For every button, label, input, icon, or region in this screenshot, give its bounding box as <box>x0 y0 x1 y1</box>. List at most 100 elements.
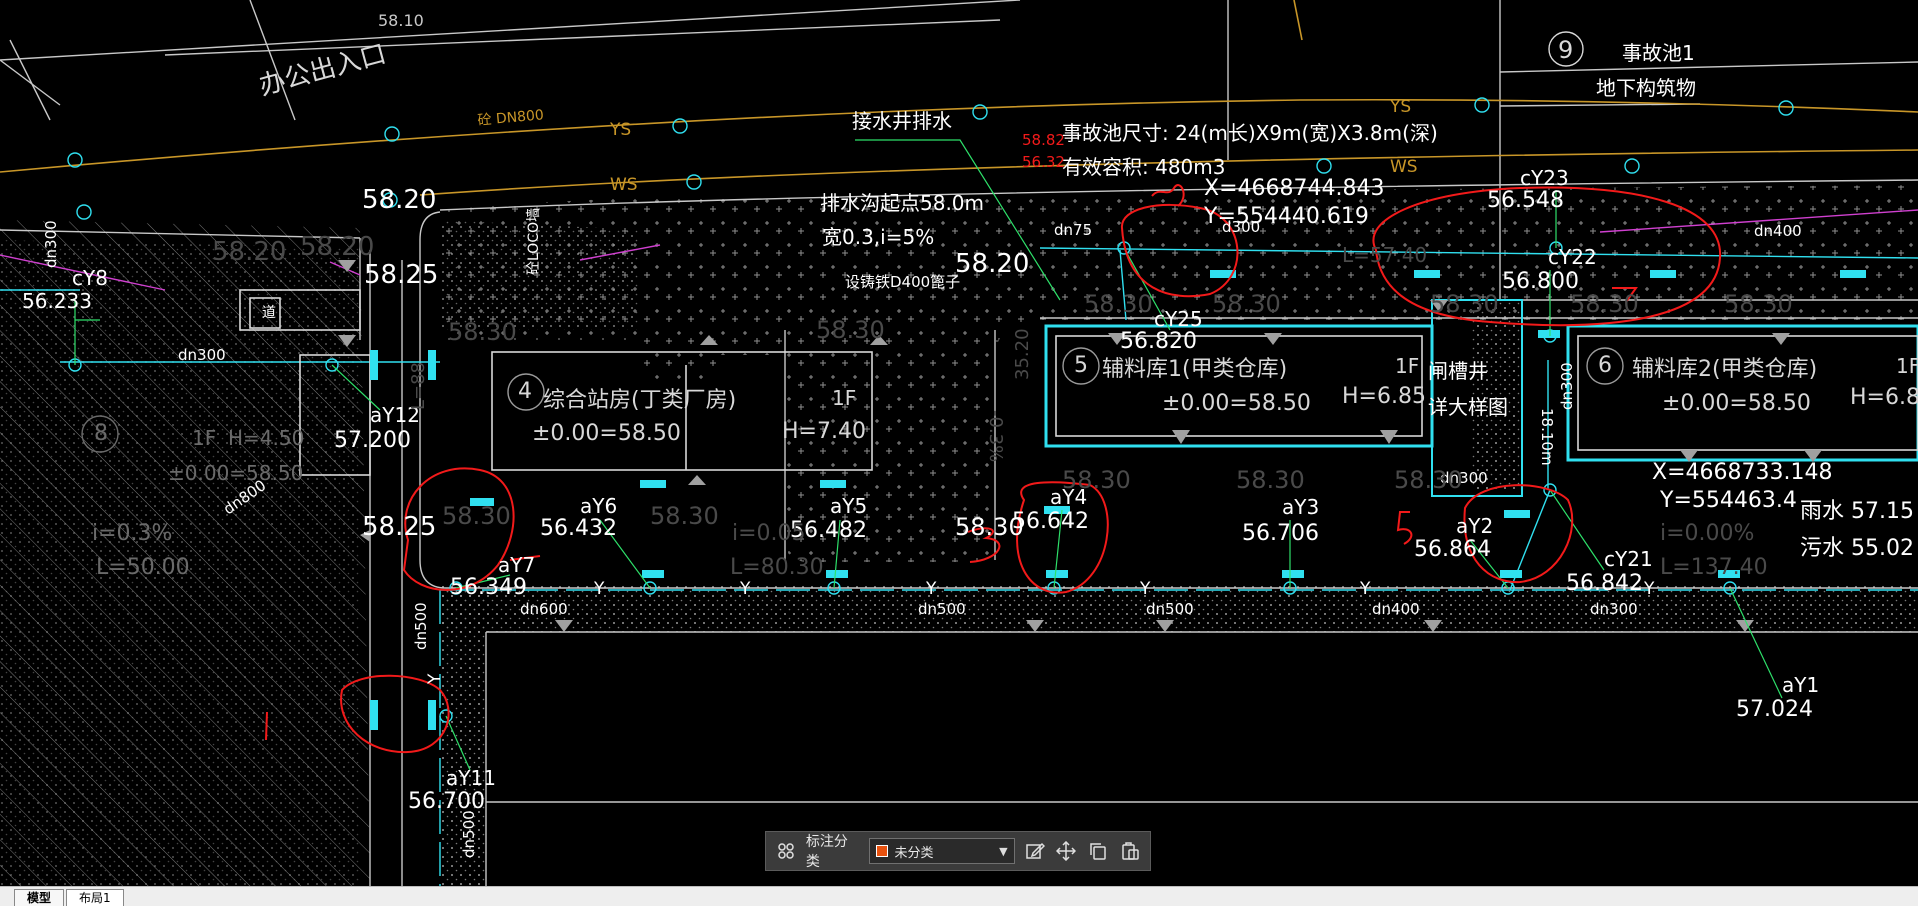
cad-text-label: 58.30 <box>816 316 885 344</box>
cad-text-label: 1F <box>192 426 216 450</box>
cad-text-label: 设铸铁D400篦子 <box>845 273 960 291</box>
cad-text-label: 1F <box>1395 354 1419 378</box>
cad-text-label: 58.30 <box>1212 290 1281 318</box>
cad-text-label: Y <box>1643 579 1655 599</box>
cad-text-label: dn300 <box>42 220 60 268</box>
cad-text-label: 地下构筑物 <box>1596 76 1696 100</box>
cad-text-label: Y <box>593 579 605 599</box>
cad-text-label: WS <box>1390 157 1418 177</box>
cad-text-label: 58.20 <box>300 232 374 262</box>
cad-text-label: dn300 <box>1590 600 1638 618</box>
cad-text-label: YS <box>1389 97 1411 117</box>
cad-text-label: ±0.00=58.50 <box>168 461 303 485</box>
cad-text-label: 砼 DN800 <box>477 107 545 129</box>
cad-text-label: i=0.05 <box>732 521 806 546</box>
cad-text-label: 58.10 <box>378 11 424 30</box>
cad-text-label: 污水 55.02 <box>1800 536 1914 561</box>
cad-text-label: H=4.50 <box>228 426 304 450</box>
cad-text-label: 9 <box>1558 36 1573 64</box>
cad-text-label: 排水沟起点58.0m <box>820 191 984 215</box>
cad-text-label: Y <box>1139 579 1151 599</box>
cad-text-label: H=6.85 <box>1850 385 1918 410</box>
cad-text-label: 58.20 <box>362 185 436 215</box>
cad-text-label: WS <box>610 175 638 195</box>
cad-text-label: Y <box>1359 579 1371 599</box>
cad-text-label: 雨水 57.15 <box>1800 499 1914 524</box>
cad-text-label: 57.200 <box>334 428 411 453</box>
cad-text-label: aY6 <box>580 494 617 518</box>
layout-tab-bar: 模型 布局1 <box>0 886 1918 906</box>
cad-text-label: 58.20 <box>212 237 286 267</box>
cad-text-label: aY4 <box>1050 485 1087 509</box>
cad-text-label: Y=554463.4 <box>1659 488 1797 513</box>
cad-text-label: aY1 <box>1782 673 1819 697</box>
cad-text-label: YS <box>609 120 631 140</box>
cad-text-label: 57.024 <box>1736 697 1813 722</box>
cad-text-label: L=88 <box>408 362 429 410</box>
cad-text-label: dn400 <box>1372 600 1420 618</box>
cad-text-label: X=4668733.148 <box>1652 460 1832 485</box>
cad-text-label: ±0.00=58.50 <box>532 421 681 446</box>
cad-text-label: 56.32 <box>1022 153 1065 171</box>
annotation-toolbar: 标注分类 未分类 ▼ <box>765 831 1151 871</box>
cad-text-label: 58.30 <box>448 318 517 346</box>
cad-text-label: 58.30 <box>1724 290 1793 318</box>
cad-text-label: dn600 <box>520 600 568 618</box>
cad-text-label: X=4668744.843 <box>1204 176 1384 201</box>
cad-text-label: cY25 <box>1154 307 1203 331</box>
cad-text-label: aY5 <box>830 494 867 518</box>
cad-text-label: 58.30 <box>1570 290 1639 318</box>
tab-layout1[interactable]: 布局1 <box>66 889 124 906</box>
category-color-swatch <box>876 845 889 857</box>
cad-text-label: 8 <box>94 421 108 446</box>
cad-text-label: L=57.40 <box>1342 243 1427 267</box>
cad-text-label: 接水井排水 <box>852 109 952 133</box>
cad-text-label: 58.82 <box>1022 131 1065 149</box>
cad-text-label: 56.548 <box>1487 188 1564 213</box>
cad-text-label: 56.800 <box>1502 269 1579 294</box>
cad-text-label: 58.20 <box>955 249 1029 279</box>
cad-text-label: 辅料库1(甲类仓库) <box>1102 357 1287 382</box>
cad-text-label: 56.642 <box>1012 509 1089 534</box>
cad-text-label: 58.30 <box>1084 290 1153 318</box>
cad-text-label: 4 <box>518 379 532 404</box>
cad-text-label: aY2 <box>1456 514 1493 538</box>
cad-text-label: dn500 <box>460 810 478 858</box>
cad-text-label: aY7 <box>498 553 535 577</box>
grid-icon[interactable] <box>774 839 798 863</box>
cad-text-label: dn75 <box>1054 221 1092 239</box>
cad-text-label: cY21 <box>1604 547 1653 571</box>
cad-text-label: 56.842 <box>1566 571 1643 596</box>
cad-drawing-canvas[interactable]: 58.10办公出入口砼 DN800YSWSYSWS58.2058.2558.20… <box>0 0 1918 886</box>
cad-text-label: 5 <box>1074 353 1088 378</box>
cad-text-label: 56.706 <box>1242 521 1319 546</box>
cad-text-label: d300 <box>1222 218 1260 236</box>
cad-text-label: 综合站房(丁类厂房) <box>543 388 736 413</box>
annotation-category-select[interactable]: 未分类 ▼ <box>869 838 1015 864</box>
cad-text-label: ±0.00=58.50 <box>1662 391 1811 416</box>
cad-text-label: L=50.00 <box>96 555 190 580</box>
edit-icon[interactable] <box>1023 839 1047 863</box>
cad-text-label: 58.30 <box>442 502 511 530</box>
tab-model[interactable]: 模型 <box>14 889 65 906</box>
paste-icon[interactable] <box>1118 839 1142 863</box>
cad-text-label: 1F <box>832 386 856 410</box>
cad-text-label: 56.700 <box>408 789 485 814</box>
cad-text-label: 56.864 <box>1414 537 1491 562</box>
cad-text-label: dn500 <box>1146 600 1194 618</box>
copy-icon[interactable] <box>1086 839 1110 863</box>
cad-text-label: 56.820 <box>1120 329 1197 354</box>
cad-text-label: 有效容积: 480m3 <box>1062 155 1225 179</box>
cad-text-label: 1F <box>1896 354 1918 378</box>
cad-text-label: 辅料库2(甲类仓库) <box>1632 357 1817 382</box>
cad-text-label: dn300 <box>1558 362 1576 410</box>
cad-text-label: 事故池1 <box>1622 41 1695 65</box>
cad-text-label: 详大样图 <box>1428 395 1508 419</box>
cad-text-label: H=6.85 <box>1342 384 1426 409</box>
move-icon[interactable] <box>1054 839 1078 863</box>
cad-text-label: 56.233 <box>22 289 92 313</box>
cad-text-label: 道 <box>262 305 276 321</box>
annotation-category-label: 标注分类 <box>805 834 848 870</box>
markup-tick-1 <box>265 711 268 741</box>
cad-text-label: dn300 <box>178 346 226 364</box>
